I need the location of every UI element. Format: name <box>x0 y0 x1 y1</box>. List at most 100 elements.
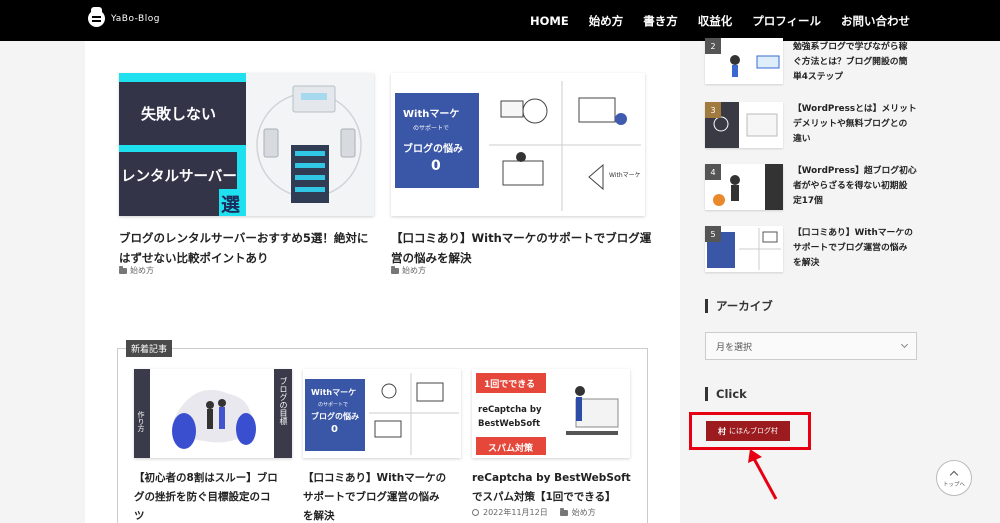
card-category[interactable]: 始め方 <box>391 265 426 276</box>
nav-contact[interactable]: お問い合わせ <box>841 13 910 29</box>
new-post-thumbnail-goal[interactable]: ブログの目標 作り方 <box>134 369 292 458</box>
card-title-line: ツ <box>134 510 145 522</box>
ranking-title-line: 勉強系ブログで学びながら稼 <box>793 42 908 52</box>
nihon-blog-mura-button[interactable]: 村 にほんブログ村 <box>706 421 790 441</box>
category-label[interactable]: 始め方 <box>572 507 596 518</box>
rank-badge: 2 <box>705 38 721 54</box>
card-title-line: サポートでブログ運営の悩み <box>303 491 440 503</box>
thumb-text: 1回でできる <box>484 380 536 390</box>
thumb-text-failure: 失敗しない <box>141 105 217 123</box>
thumb-text: 0 <box>431 158 441 174</box>
ranking-title: 【WordPressとは】メリット デメリットや無料ブログとの 違い <box>793 102 923 147</box>
new-post-meta: 2022年11月12日 始め方 <box>472 507 596 518</box>
main-nav: HOME 始め方 書き方 収益化 プロフィール お問い合わせ <box>530 0 910 41</box>
scroll-top-label: トップへ <box>942 481 965 488</box>
click-heading: Click <box>705 387 747 401</box>
archive-select-value: 月を選択 <box>716 342 753 353</box>
ranking-title: 勉強系ブログで学びながら稼 ぐ方法とは？ブログ開設の簡 単4ステップ <box>793 40 923 85</box>
folder-icon <box>391 266 399 274</box>
new-post-thumbnail-recaptcha[interactable]: 1回でできる reCaptcha by BestWebSoft スパム対策 <box>472 369 630 458</box>
card-title-line: reCaptcha by BestWebSoft <box>472 472 631 484</box>
new-post-thumbnail-with-marke[interactable]: Withマーケ のサポートで ブログの悩み 0 <box>303 369 461 458</box>
ranking-thumbnail: 4 <box>705 164 783 210</box>
rank-badge: 5 <box>705 226 721 242</box>
ranking-item[interactable]: 3 【WordPressとは】メリット デメリットや無料ブログとの 違い <box>705 102 920 152</box>
card-title-line: 【口コミあり】Withマーケのサポートでブログ運 <box>391 231 652 245</box>
scroll-to-top-button[interactable]: トップへ <box>936 460 972 496</box>
archive-select[interactable]: 月を選択 <box>705 332 917 360</box>
card-title-rental-server[interactable]: ブログのレンタルサーバーおすすめ5選！絶対に はずせない比較ポイントあり <box>119 228 389 268</box>
card-title-line: でスパム対策【1回でできる】 <box>472 491 616 503</box>
ranking-title-line: を解決 <box>793 258 820 268</box>
thumb-text: ブログの目標 <box>279 377 288 425</box>
card-title-line: を解決 <box>303 510 335 522</box>
card-title-line: グの挫折を防ぐ目標設定のコ <box>134 491 271 503</box>
category-label: 始め方 <box>402 266 426 275</box>
rank-badge: 4 <box>705 164 721 180</box>
thumb-text-select: 選 <box>221 194 241 216</box>
ranking-title: 【口コミあり】Withマーケの サポートでブログ運営の悩み を解決 <box>793 226 923 271</box>
folder-icon <box>559 508 568 516</box>
thumb-text: BestWebSoft <box>478 419 541 429</box>
thumb-text: reCaptcha by <box>478 405 542 415</box>
chevron-up-icon <box>949 470 959 479</box>
ranking-thumbnail: 2 <box>705 38 783 84</box>
ranking-item[interactable]: 5 【口コミあり】Withマーケの サポートでブログ運営の悩み を解決 <box>705 226 920 276</box>
ranking-thumbnail: 5 <box>705 226 783 272</box>
ranking-title-line: 【口コミあり】Withマーケの <box>793 228 913 238</box>
new-post-title-goal[interactable]: 【初心者の8割はスルー】ブロ グの挫折を防ぐ目標設定のコ ツ <box>134 469 304 523</box>
ranking-thumbnail: 3 <box>705 102 783 148</box>
thumb-text: のサポートで <box>318 402 349 408</box>
site-logo[interactable]: YaBo-Blog <box>88 7 160 27</box>
archive-heading: アーカイブ <box>705 299 773 313</box>
nav-profile[interactable]: プロフィール <box>752 13 821 29</box>
ranking-title-line: 【WordPress】超ブログ初心 <box>793 166 917 176</box>
card-title-line: 【初心者の8割はスルー】ブロ <box>134 472 278 484</box>
card-thumbnail-with-marke[interactable]: Withマーケ のサポートで ブログの悩み 0 Withマーケ <box>391 73 645 216</box>
ranking-item[interactable]: 2 勉強系ブログで学びながら稼 ぐ方法とは？ブログ開設の簡 単4ステップ <box>705 38 923 92</box>
ranking-title-line: 単4ステップ <box>793 72 844 82</box>
logo-icon <box>88 7 105 27</box>
thumb-text: Withマーケ <box>609 172 641 179</box>
category-label: 始め方 <box>130 266 154 275</box>
post-date: 2022年11月12日 <box>483 508 548 517</box>
pointer-arrow-icon <box>748 449 778 500</box>
thumb-text: ブログの悩み <box>403 144 463 155</box>
ranking-title-line: 違い <box>793 134 811 144</box>
thumb-text: 作り方 <box>137 411 145 432</box>
thumb-text: Withマーケ <box>311 388 357 397</box>
site-header: YaBo-Blog HOME 始め方 書き方 収益化 プロフィール お問い合わせ <box>0 0 1000 41</box>
ranking-title-line: デメリットや無料ブログとの <box>793 119 908 129</box>
nav-getting-started[interactable]: 始め方 <box>589 13 624 29</box>
card-title-line: ブログのレンタルサーバーおすすめ5選！絶対に <box>119 231 369 245</box>
card-title-line: 営の悩みを解決 <box>391 251 472 265</box>
blog-button-label: にほんブログ村 <box>729 427 778 435</box>
card-title-with-marke[interactable]: 【口コミあり】Withマーケのサポートでブログ運 営の悩みを解決 <box>391 228 661 268</box>
ranking-title-line: 定17個 <box>793 196 823 206</box>
ranking-title-line: 【WordPressとは】メリット <box>793 104 917 114</box>
thumb-text: スパム対策 <box>488 444 534 454</box>
new-post-title-with-marke[interactable]: 【口コミあり】Withマーケの サポートでブログ運営の悩み を解決 <box>303 469 473 523</box>
card-title-line: はずせない比較ポイントあり <box>119 251 269 265</box>
new-posts-label: 新着記事 <box>126 340 173 357</box>
ranking-title-line: 者がやらざるを得ない初期設 <box>793 181 908 191</box>
nav-home[interactable]: HOME <box>530 14 569 28</box>
thumb-text: のサポートで <box>413 125 450 132</box>
card-category[interactable]: 始め方 <box>119 265 154 276</box>
ranking-title-line: サポートでブログ運営の悩み <box>793 243 908 253</box>
new-post-title-recaptcha[interactable]: reCaptcha by BestWebSoft でスパム対策【1回でできる】 <box>472 469 648 507</box>
thumb-text: ブログの悩み <box>311 412 359 421</box>
chevron-down-icon <box>900 340 909 349</box>
nav-monetization[interactable]: 収益化 <box>698 13 733 29</box>
folder-icon <box>119 266 127 274</box>
thumb-text-rental-server: レンタルサーバー <box>121 169 237 185</box>
nav-writing[interactable]: 書き方 <box>643 13 678 29</box>
card-title-line: 【口コミあり】Withマーケの <box>303 472 447 484</box>
ranking-title: 【WordPress】超ブログ初心 者がやらざるを得ない初期設 定17個 <box>793 164 923 209</box>
card-thumbnail-rental-server[interactable]: 失敗しない レンタルサーバー 選 <box>119 73 374 216</box>
rank-badge: 3 <box>705 102 721 118</box>
clock-icon <box>472 509 479 516</box>
ranking-item[interactable]: 4 【WordPress】超ブログ初心 者がやらざるを得ない初期設 定17個 <box>705 164 920 214</box>
blog-mura-mark: 村 <box>718 426 726 436</box>
thumb-text: Withマーケ <box>403 109 460 120</box>
